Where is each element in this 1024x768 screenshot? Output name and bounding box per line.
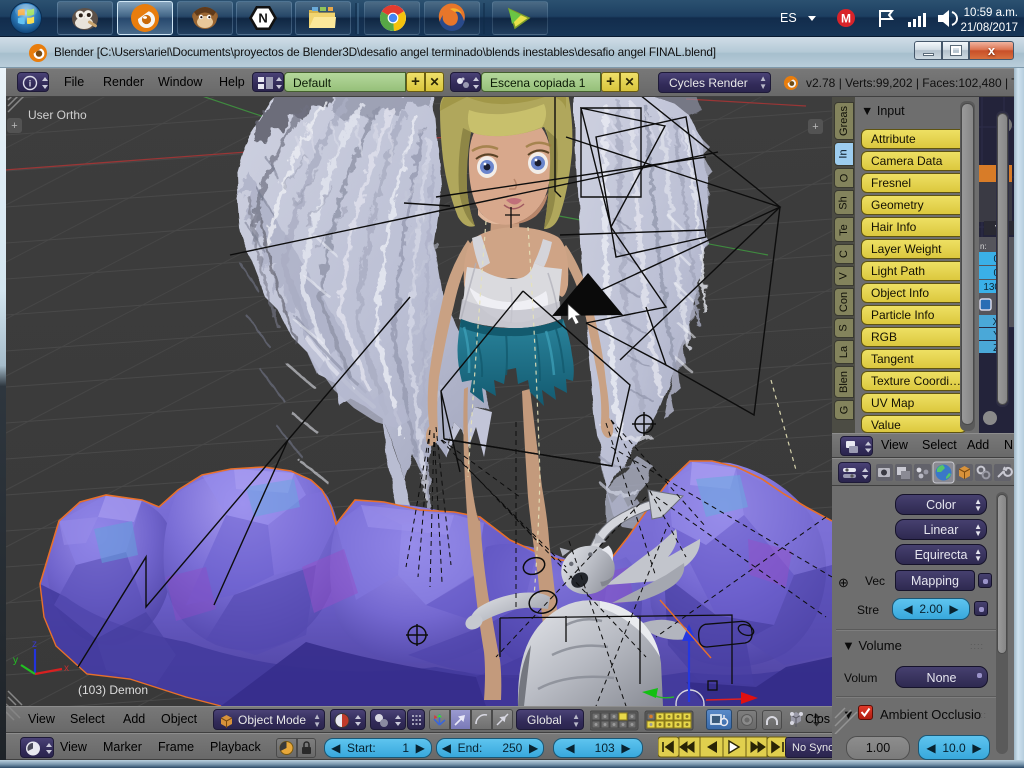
svg-text:n:: n: — [980, 242, 987, 251]
svg-text:z: z — [32, 639, 37, 650]
svg-text:i: i — [29, 79, 32, 89]
svg-text:User Ortho: User Ortho — [28, 108, 87, 122]
svg-text:21/08/2017: 21/08/2017 — [960, 22, 1018, 34]
svg-text:10:59 a.m.: 10:59 a.m. — [964, 7, 1018, 19]
svg-text:(103) Demon: (103) Demon — [78, 683, 148, 697]
svg-text:N: N — [258, 11, 267, 26]
svg-text:+: + — [812, 121, 818, 133]
svg-text:M: M — [841, 12, 851, 26]
svg-text:y: y — [13, 655, 18, 666]
svg-text:x: x — [64, 663, 69, 674]
svg-text:+: + — [11, 120, 17, 132]
svg-text:ES: ES — [780, 11, 797, 25]
